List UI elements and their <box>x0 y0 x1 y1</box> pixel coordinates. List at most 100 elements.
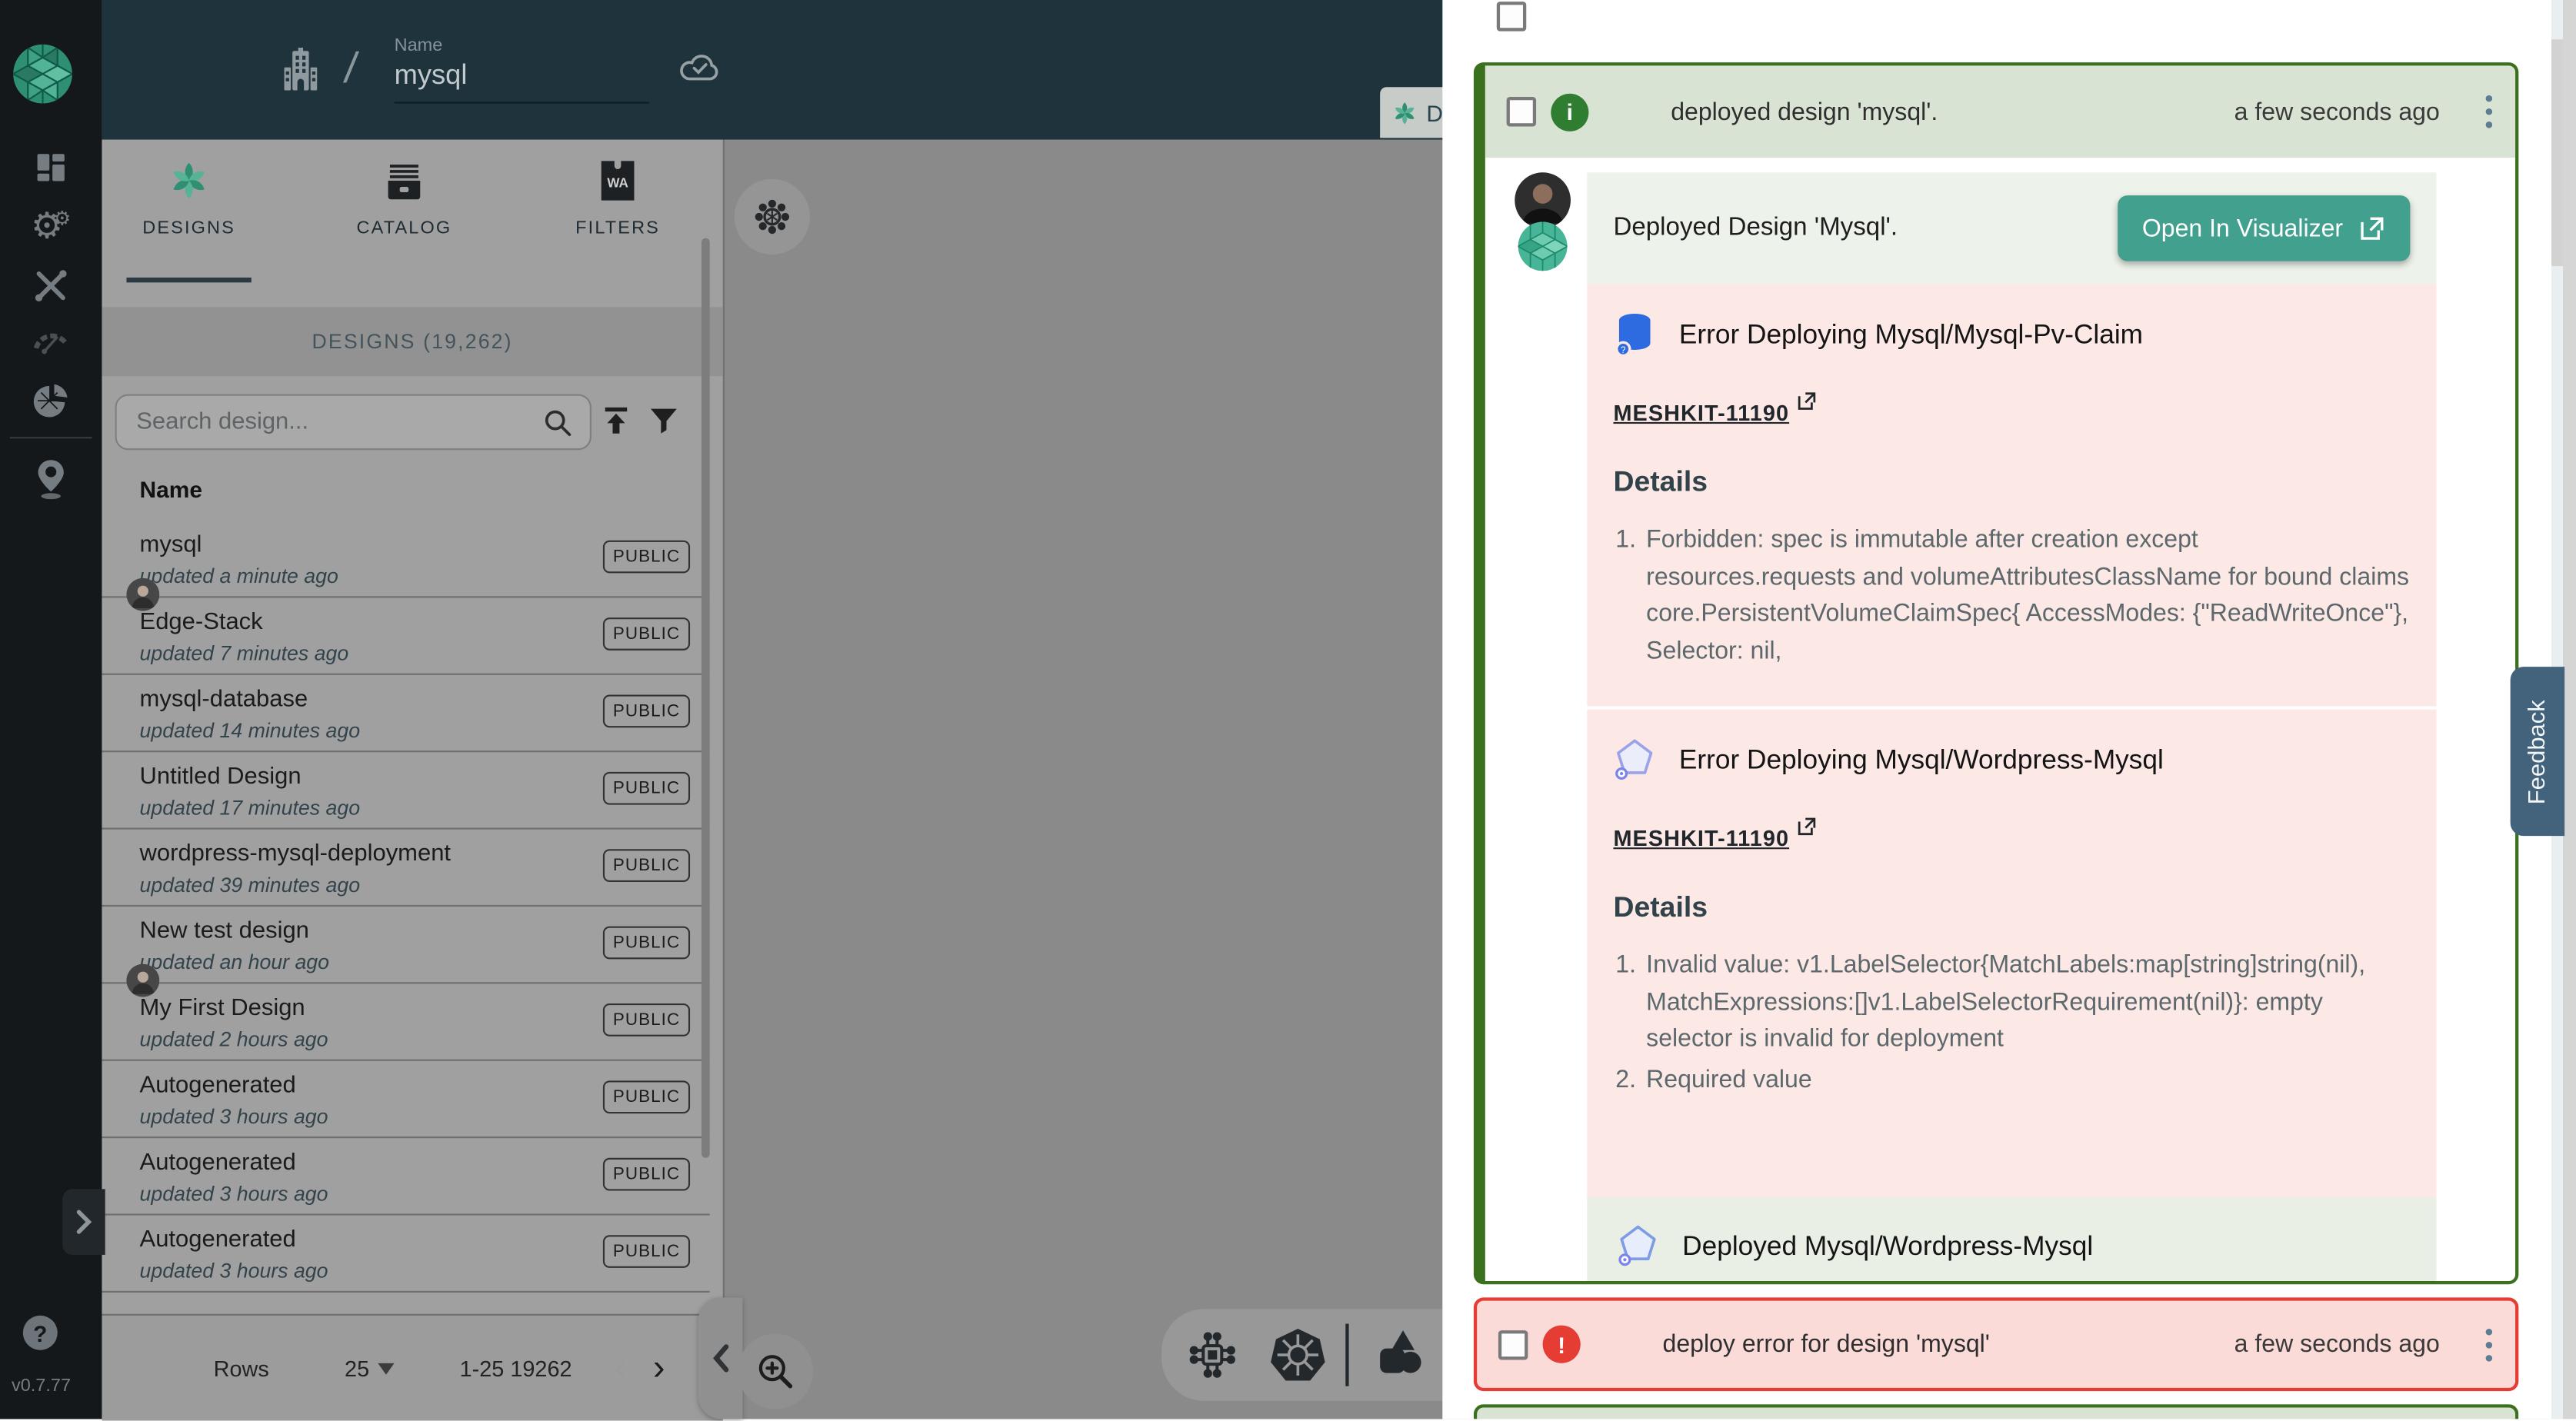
visibility-badge[interactable]: PUBLIC <box>603 849 690 882</box>
rows-per-page-select[interactable]: 25 <box>345 1356 394 1380</box>
design-spiral-icon <box>1392 99 1418 125</box>
active-tab-underline <box>126 278 251 282</box>
canvas-settings-button[interactable] <box>735 179 810 255</box>
sidebar-item-configuration[interactable] <box>28 263 74 309</box>
search-icon[interactable] <box>542 407 574 438</box>
notification-checkbox[interactable] <box>1498 1329 1528 1359</box>
window-scrollbar[interactable] <box>2563 0 2576 1419</box>
notification-checkbox[interactable] <box>1507 97 1536 126</box>
organization-icon[interactable] <box>279 48 322 94</box>
notification-center: i deployed design 'mysql'. a few seconds… <box>1442 0 2576 1419</box>
design-row[interactable]: Edge-Stack updated 7 minutes ago PUBLIC <box>102 597 709 674</box>
open-in-visualizer-button[interactable]: Open In Visualizer <box>2118 195 2410 261</box>
design-name-input[interactable] <box>395 59 649 104</box>
visibility-badge[interactable]: PUBLIC <box>603 694 690 727</box>
panel-collapse-handle[interactable] <box>698 1297 743 1419</box>
pentagon-component-icon <box>1617 1223 1660 1270</box>
sidebar-item-extensions[interactable] <box>28 378 74 424</box>
error-title: Error Deploying Mysql/Wordpress-Mysql <box>1679 745 2164 777</box>
error-icon: ! <box>1543 1326 1581 1363</box>
sidebar-item-kanvas[interactable] <box>28 457 74 503</box>
kubernetes-icon[interactable] <box>1270 1327 1326 1383</box>
meshery-avatar <box>1518 221 1568 271</box>
notification-title: deploy error for design 'mysql' <box>1663 1330 2234 1358</box>
error-details-list: Invalid value: v1.LabelSelector{MatchLab… <box>1613 947 2410 1099</box>
visibility-badge[interactable]: PUBLIC <box>603 1235 690 1268</box>
sidebar-item-dashboard[interactable] <box>28 145 74 191</box>
visibility-badge[interactable]: PUBLIC <box>603 1158 690 1191</box>
help-button[interactable]: ? <box>23 1316 58 1350</box>
design-row[interactable]: Autogenerated updated 3 hours ago PUBLIC <box>102 1138 709 1215</box>
chevron-right-icon <box>74 1209 94 1235</box>
design-row[interactable]: mysql-database updated 14 minutes ago PU… <box>102 675 709 752</box>
kebab-menu-icon[interactable] <box>2486 1328 2493 1361</box>
meshkit-error-link[interactable]: MESHKIT-11190 <box>1613 401 1789 425</box>
info-icon: i <box>1551 93 1588 131</box>
pentagon-component-icon <box>1613 737 1656 784</box>
notification-body: Deployed Design 'Mysql'. Open In Visuali… <box>1485 158 2515 1284</box>
visibility-badge[interactable]: PUBLIC <box>603 1003 690 1037</box>
components-chip-icon[interactable] <box>1188 1330 1237 1379</box>
header-bar: / Name Design <box>102 0 1444 140</box>
details-heading: Details <box>1613 890 2410 925</box>
prev-page-button[interactable]: ‹ <box>615 1350 627 1386</box>
design-row[interactable]: New test design updated an hour ago PUBL… <box>102 907 709 983</box>
design-row[interactable]: mysql updated a minute ago PUBLIC <box>102 521 709 597</box>
shapes-icon[interactable] <box>1368 1327 1425 1383</box>
meshkit-error-link[interactable]: MESHKIT-11190 <box>1613 826 1789 850</box>
column-header-name: Name <box>140 476 202 502</box>
design-row[interactable]: Untitled Design updated 17 minutes ago P… <box>102 752 709 829</box>
sidebar-item-performance[interactable] <box>28 318 74 364</box>
visibility-badge[interactable]: PUBLIC <box>603 617 690 651</box>
next-page-button[interactable]: › <box>653 1350 665 1386</box>
tab-filters-label: FILTERS <box>575 218 660 238</box>
select-all-checkbox[interactable] <box>1497 2 1526 31</box>
feedback-tab[interactable]: Feedback <box>2511 667 2564 836</box>
meshery-logo-icon[interactable] <box>13 45 72 104</box>
visibility-badge[interactable]: PUBLIC <box>603 541 690 574</box>
notification-header[interactable]: i deployed design 'mysql'. a few seconds… <box>1485 65 2515 158</box>
design-row[interactable]: My First Design updated 2 hours ago PUBL… <box>102 983 709 1060</box>
dock-divider <box>1345 1324 1348 1386</box>
kebab-menu-icon[interactable] <box>2486 95 2493 128</box>
database-icon: ? <box>1613 312 1656 358</box>
sidebar-item-lifecycle[interactable]: ⚙⚙ <box>28 204 74 250</box>
owner-avatar <box>126 964 159 997</box>
deployed-success-text: Deployed Mysql/Wordpress-Mysql <box>1682 1231 2093 1263</box>
tab-designs[interactable]: DESIGNS <box>107 159 272 238</box>
drawer-scrollbar-thumb[interactable] <box>2551 39 2563 266</box>
design-canvas[interactable]: DESIGNS CATALOG WA FILTERS DESIGNS (19,2… <box>102 140 1444 1419</box>
visibility-badge[interactable]: PUBLIC <box>603 927 690 960</box>
designs-panel: DESIGNS CATALOG WA FILTERS DESIGNS (19,2… <box>102 140 725 1419</box>
visibility-badge[interactable]: PUBLIC <box>603 772 690 805</box>
notification-card-deployed: i deployed design 'mysql'. a few seconds… <box>1474 62 2518 1284</box>
notification-title: deployed design 'mysql'. <box>1671 98 2234 125</box>
external-link-icon <box>1796 817 1818 838</box>
design-row[interactable]: wordpress-mysql-deployment updated 39 mi… <box>102 830 709 907</box>
svg-text:?: ? <box>1621 345 1626 355</box>
chevron-left-icon <box>711 1343 731 1373</box>
tab-catalog[interactable]: CATALOG <box>322 159 487 238</box>
tab-filters[interactable]: WA FILTERS <box>535 159 700 238</box>
notification-card-deploy-error[interactable]: ! deploy error for design 'mysql' a few … <box>1474 1297 2518 1391</box>
zoom-in-button[interactable] <box>738 1333 813 1409</box>
meshery-app: ⚙⚙ ? v0.7.77 / Name D <box>0 0 2576 1419</box>
notification-card-partial[interactable] <box>1474 1404 2518 1419</box>
sidebar-expand-button[interactable] <box>62 1189 105 1254</box>
caret-down-icon <box>378 1363 394 1374</box>
feedback-label: Feedback <box>2524 699 2551 804</box>
user-avatar <box>1515 172 1571 228</box>
cloud-save-icon[interactable] <box>678 49 721 85</box>
upload-design-icon[interactable] <box>600 404 633 437</box>
design-row[interactable]: Autogenerated updated 3 hours ago PUBLIC <box>102 1216 709 1293</box>
sidebar: ⚙⚙ ? v0.7.77 <box>0 0 102 1419</box>
visibility-badge[interactable]: PUBLIC <box>603 1080 690 1113</box>
design-row[interactable]: Autogenerated updated 3 hours ago PUBLIC <box>102 1061 709 1138</box>
deployment-summary: Deployed Design 'Mysql'. Open In Visuali… <box>1587 172 2436 284</box>
tab-catalog-label: CATALOG <box>357 218 452 238</box>
search-input[interactable] <box>117 409 542 435</box>
tab-designs-label: DESIGNS <box>142 218 235 238</box>
filter-funnel-icon[interactable] <box>648 404 681 437</box>
notification-time: a few seconds ago <box>2234 98 2440 125</box>
list-scrollbar[interactable] <box>701 238 710 1158</box>
